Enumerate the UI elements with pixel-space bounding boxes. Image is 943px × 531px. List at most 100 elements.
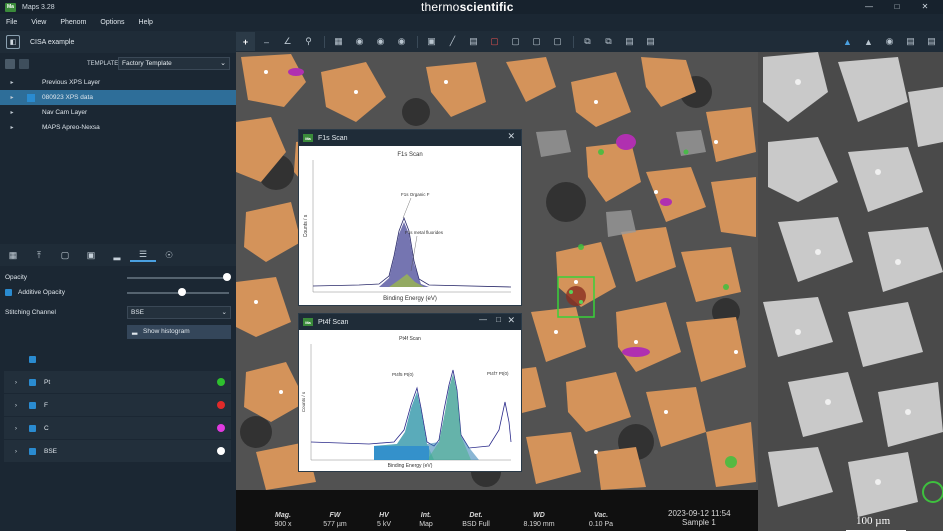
layer-checkbox[interactable] <box>27 93 35 102</box>
crop-icon[interactable]: ▢ <box>485 32 504 51</box>
grid-view-icon[interactable] <box>19 59 29 69</box>
beam-icon[interactable]: ▲ <box>838 32 857 51</box>
opacity-slider[interactable] <box>127 277 229 279</box>
channel-checkbox[interactable] <box>29 424 36 432</box>
chevron-right-icon[interactable]: › <box>9 402 23 409</box>
plot-title: F1s Scan <box>397 152 422 158</box>
toolbar-divider <box>324 35 325 48</box>
scale-bar-label: 100 µm <box>856 515 891 527</box>
expand-arrow-icon[interactable]: ▸ <box>5 124 19 131</box>
channel-row-bse[interactable]: › BSE <box>4 440 231 462</box>
overlay-icon[interactable]: ▤ <box>922 32 941 51</box>
sliders-icon[interactable]: ☰ <box>130 249 156 262</box>
channel-row-f[interactable]: › F <box>4 394 231 416</box>
additive-opacity-checkbox[interactable] <box>5 289 12 296</box>
minimize-button[interactable]: — <box>855 0 883 13</box>
layer-item[interactable]: ▸ MAPS Apreo-Nexsa <box>0 120 236 135</box>
sample-text: Sample 1 <box>682 518 716 527</box>
tile-focus-icon[interactable]: ◉ <box>350 32 369 51</box>
chevron-right-icon[interactable]: › <box>9 379 23 386</box>
camera-icon[interactable]: ◉ <box>880 32 899 51</box>
expand-arrow-icon[interactable]: ▸ <box>5 94 19 101</box>
close-button[interactable]: ✕ <box>911 0 939 13</box>
status-value: 577 µm <box>323 521 347 528</box>
f1s-scan-window[interactable]: Ma F1s Scan ✕ F1s Scan Counts / s Bindin… <box>298 129 522 306</box>
additive-opacity-slider-handle[interactable] <box>178 288 186 296</box>
fit-view-icon[interactable]: ▢ <box>548 32 567 51</box>
toolbar-divider <box>573 35 574 48</box>
status-key: FW <box>329 512 341 519</box>
channel-checkbox[interactable] <box>29 378 36 386</box>
select-all-channels-checkbox[interactable] <box>29 355 36 363</box>
expand-arrow-icon[interactable]: ▸ <box>5 79 19 86</box>
panel-toggle-icon[interactable]: ◧ <box>6 35 20 49</box>
status-wd: WD 8.190 mm <box>514 512 564 528</box>
add-icon[interactable]: + <box>236 32 255 51</box>
pt4f-scan-window[interactable]: Ma Pt4f Scan — □ ✕ Pt4f Scan Counts / s … <box>298 313 522 472</box>
maximize-button[interactable]: □ <box>883 0 911 13</box>
scan-icon[interactable]: ▲ <box>859 32 878 51</box>
project-header: ◧ CISA example <box>0 31 236 53</box>
copy-icon[interactable]: ⧉ <box>578 32 597 51</box>
sem-grayscale-image[interactable] <box>758 52 943 531</box>
stitching-channel-select[interactable]: BSE ⌄ <box>127 306 231 319</box>
duplicate-icon[interactable]: ⧉ <box>599 32 618 51</box>
brand-logo: thermoscientific <box>421 0 514 14</box>
save-icon[interactable]: ▤ <box>464 32 483 51</box>
tile-settings-icon[interactable]: ◉ <box>371 32 390 51</box>
tile-view-icon[interactable]: ▤ <box>901 32 920 51</box>
window-header[interactable]: Ma Pt4f Scan — □ ✕ <box>299 314 521 330</box>
grid-icon[interactable]: ▦ <box>0 250 26 261</box>
zoom-region-icon[interactable]: ▢ <box>527 32 546 51</box>
minimize-icon[interactable]: — <box>479 315 487 324</box>
x-axis-label: Binding Energy (eV) <box>388 463 433 469</box>
menu-options[interactable]: Options <box>100 19 124 26</box>
export-icon[interactable]: ▤ <box>620 32 639 51</box>
maximize-icon[interactable]: □ <box>496 315 501 324</box>
measure-angle-icon[interactable]: ∠ <box>278 32 297 51</box>
window-header[interactable]: Ma F1s Scan ✕ <box>299 130 521 146</box>
channel-color-swatch[interactable] <box>217 447 225 455</box>
pin-icon[interactable]: ⤒ <box>26 250 52 261</box>
select-region-icon[interactable]: ▢ <box>506 32 525 51</box>
template-select[interactable]: Factory Template ⌄ <box>118 57 230 70</box>
menu-view[interactable]: View <box>31 19 46 26</box>
menu-help[interactable]: Help <box>139 19 153 26</box>
layer-checkbox[interactable] <box>27 79 35 87</box>
layer-item-selected[interactable]: ▸ 080923 XPS data <box>0 90 236 105</box>
menu-phenom[interactable]: Phenom <box>60 19 86 26</box>
channel-checkbox[interactable] <box>29 447 36 455</box>
channel-checkbox[interactable] <box>29 401 36 409</box>
channel-color-swatch[interactable] <box>217 378 225 386</box>
channel-color-swatch[interactable] <box>217 424 225 432</box>
auto-focus-icon[interactable]: ▢ <box>52 250 78 261</box>
channel-color-swatch[interactable] <box>217 401 225 409</box>
opacity-slider-handle[interactable] <box>223 273 231 281</box>
close-icon[interactable]: ✕ <box>507 315 515 326</box>
channel-header-row[interactable] <box>4 348 231 370</box>
layers-view-icon[interactable] <box>5 59 15 69</box>
channel-row-c[interactable]: › C <box>4 417 231 439</box>
layer-checkbox[interactable] <box>27 124 35 132</box>
expand-arrow-icon[interactable]: ▸ <box>5 109 19 116</box>
tile-target-icon[interactable]: ◉ <box>392 32 411 51</box>
layer-item[interactable]: ▸ Previous XPS Layer <box>0 75 236 90</box>
remove-icon[interactable]: – <box>257 32 276 51</box>
image-icon[interactable]: ▣ <box>78 250 104 261</box>
rectangle-icon[interactable]: ▣ <box>422 32 441 51</box>
show-histogram-button[interactable]: ▂ Show histogram <box>127 325 231 339</box>
channel-row-pt[interactable]: › Pt <box>4 371 231 393</box>
tile-grid-icon[interactable]: ▦ <box>329 32 348 51</box>
histogram-icon[interactable]: ▂ <box>104 250 130 261</box>
search-icon[interactable]: ⚲ <box>299 32 318 51</box>
chevron-right-icon[interactable]: › <box>9 448 23 455</box>
chevron-right-icon[interactable]: › <box>9 425 23 432</box>
layer-item[interactable]: ▸ Nav Cam Layer <box>0 105 236 120</box>
annotation-pt4f5: Pt4f5 Pt(0) <box>392 372 414 377</box>
layer-checkbox[interactable] <box>27 109 35 117</box>
menu-file[interactable]: File <box>6 19 17 26</box>
annotate-icon[interactable]: ▤ <box>641 32 660 51</box>
compass-icon[interactable]: ☉ <box>156 250 182 261</box>
line-icon[interactable]: ╱ <box>443 32 462 51</box>
close-icon[interactable]: ✕ <box>507 131 515 142</box>
